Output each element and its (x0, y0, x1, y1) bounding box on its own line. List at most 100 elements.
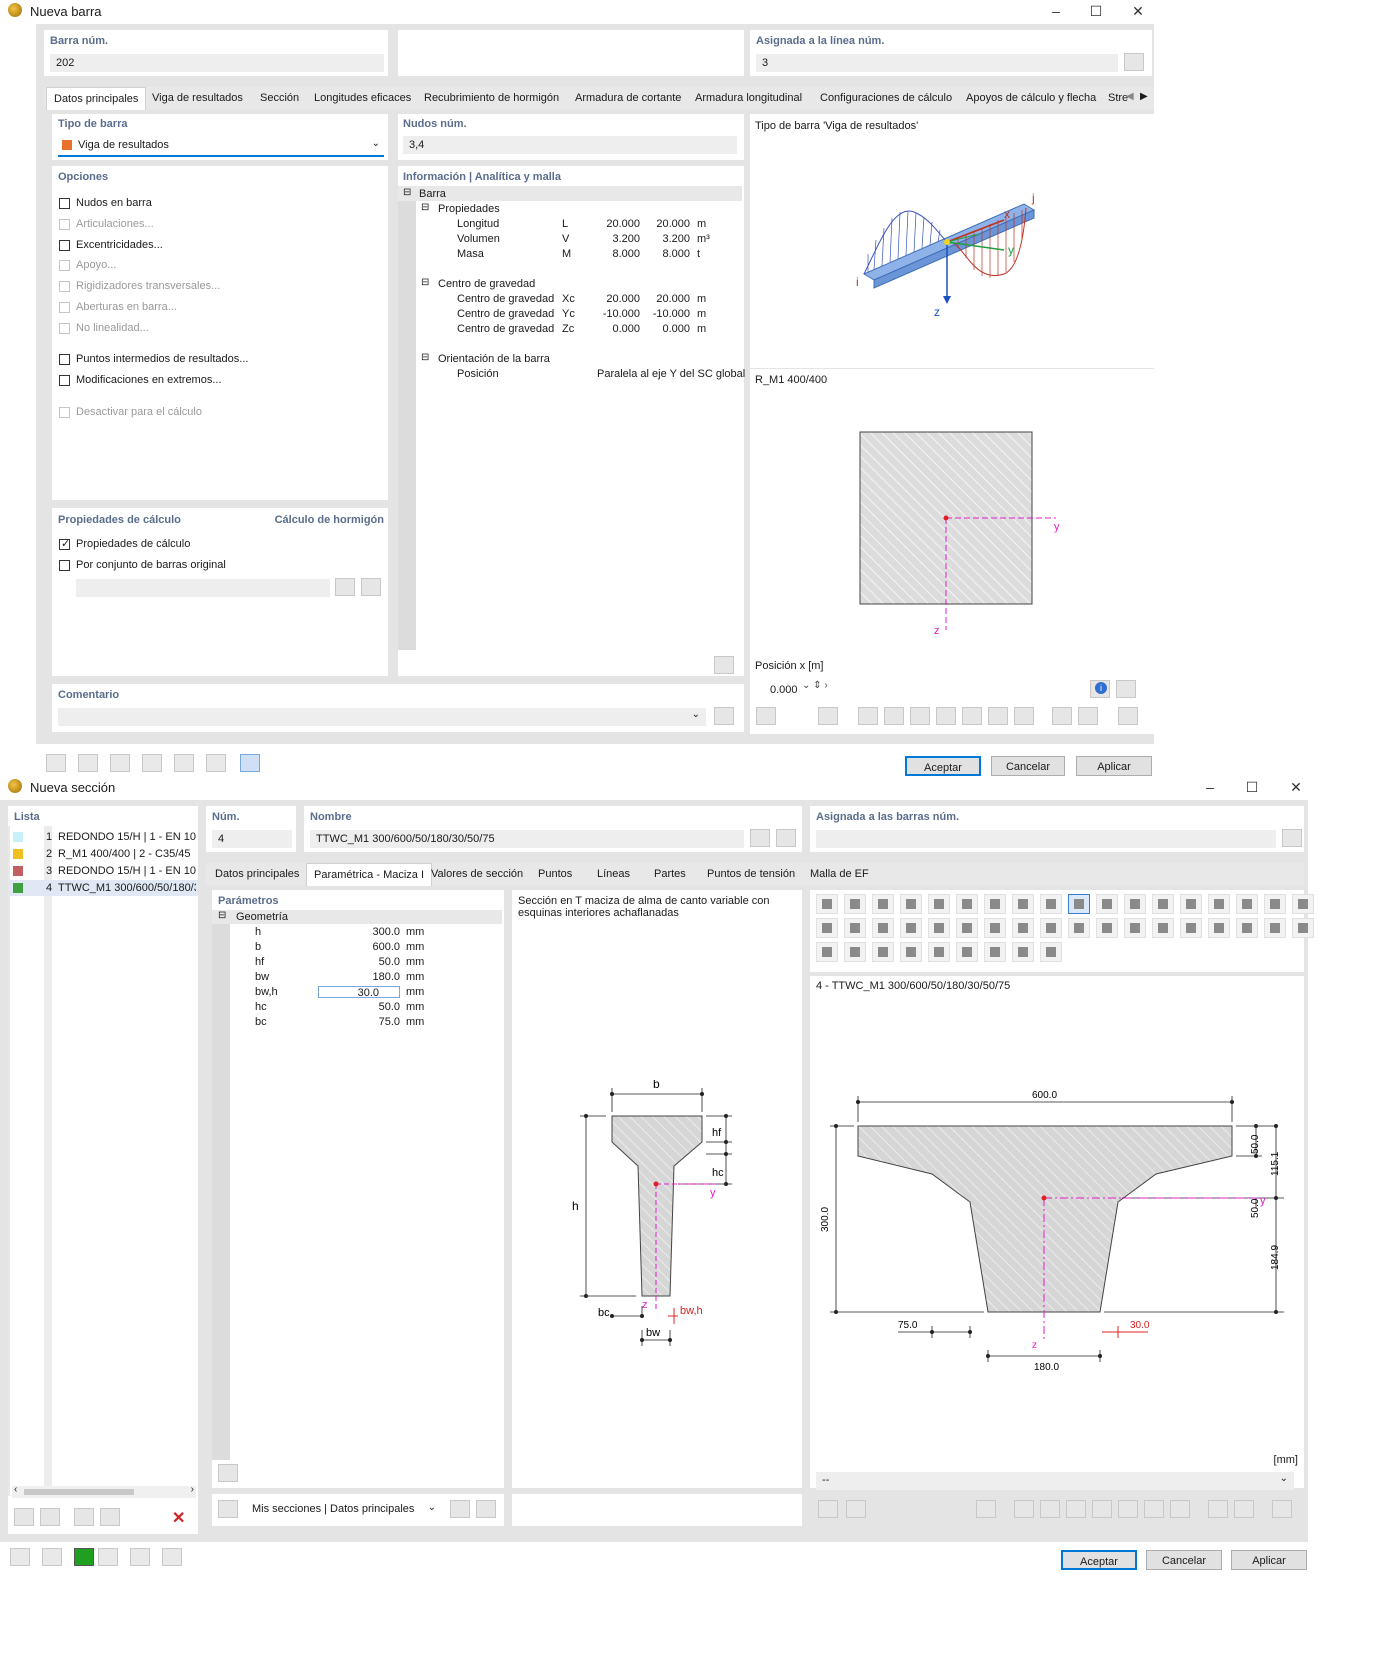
tab-main-data[interactable]: Datos principales (208, 863, 306, 885)
list-hscroll[interactable]: ‹ › (12, 1484, 196, 1498)
tab-result-beam[interactable]: Viga de resultados (145, 87, 250, 109)
tab-design-supports[interactable]: Apoyos de cálculo y flecha (959, 87, 1103, 109)
shape-type-button[interactable] (816, 942, 838, 962)
shape-type-button[interactable] (984, 894, 1006, 914)
pick-bars-icon[interactable] (1282, 829, 1302, 847)
param-value[interactable]: 600.0 (318, 941, 400, 953)
tab-parts[interactable]: Partes (647, 863, 693, 885)
position-value[interactable]: 0.000 (770, 684, 798, 696)
apply-button[interactable]: Aplicar (1076, 756, 1152, 776)
tree-collapse-icon[interactable]: ⊟ (421, 202, 429, 213)
tab-concrete-cover[interactable]: Recubrimiento de hormigón (417, 87, 566, 109)
ok-button[interactable]: Aceptar (905, 756, 981, 776)
shape-type-button[interactable] (1012, 894, 1034, 914)
maximize-icon[interactable]: ☐ (1230, 776, 1274, 798)
section-icon[interactable] (1014, 1500, 1034, 1518)
shape-type-button[interactable] (1264, 894, 1286, 914)
delete-section-icon[interactable]: ✕ (172, 1508, 185, 1528)
tab-parametric-solid[interactable]: Paramétrica - Maciza I (306, 863, 433, 886)
list-item[interactable]: 2 R_M1 400/400 | 2 - C35/45 (10, 846, 198, 862)
cancel-button[interactable]: Cancelar (991, 756, 1065, 776)
pick-position-icon[interactable] (1116, 680, 1136, 698)
list-item[interactable]: 4 TTWC_M1 300/600/50/180/30 (10, 880, 198, 896)
edit-name-icon[interactable] (750, 829, 770, 847)
list-item[interactable]: 3 REDONDO 15/H | 1 - EN 1013 (10, 863, 198, 879)
by-original-set-checkbox[interactable] (59, 560, 70, 571)
tab-main-data[interactable]: Datos principales (46, 87, 147, 110)
shape-type-button[interactable] (1236, 918, 1258, 938)
tab-scroll-left-icon[interactable]: ◀ (1126, 91, 1134, 102)
load-library-icon[interactable] (476, 1500, 496, 1518)
member-set-field[interactable] (76, 579, 330, 597)
new-section-icon[interactable] (14, 1508, 34, 1526)
shape-type-button[interactable] (1292, 894, 1314, 914)
check-all-icon[interactable] (74, 1508, 94, 1526)
tab-stress-points[interactable]: Puntos de tensión (700, 863, 802, 885)
units-icon[interactable] (78, 754, 98, 772)
cancel-button[interactable]: Cancelar (1146, 1550, 1222, 1570)
apply-button[interactable]: Aplicar (1231, 1550, 1307, 1570)
select-icon[interactable] (174, 754, 194, 772)
stress-points-icon[interactable] (962, 707, 982, 725)
close-preview-icon[interactable] (1118, 707, 1138, 725)
shape-type-button[interactable] (872, 942, 894, 962)
minimize-icon[interactable]: – (1188, 776, 1232, 798)
shape-type-button[interactable] (844, 942, 866, 962)
copy-section-icon[interactable] (40, 1508, 60, 1526)
view-dropdown[interactable]: -- ⌄ (816, 1472, 1294, 1490)
formula-icon[interactable] (206, 754, 226, 772)
table-icon[interactable] (1208, 1500, 1228, 1518)
param-value[interactable]: 50.0 (318, 1001, 400, 1013)
shape-type-button[interactable] (1292, 918, 1314, 938)
shape-type-button[interactable] (1096, 894, 1118, 914)
shape-type-button[interactable] (1012, 942, 1034, 962)
grid-icon[interactable] (1014, 707, 1034, 725)
param-value[interactable]: 300.0 (318, 926, 400, 938)
tree-collapse-icon[interactable]: ⊟ (421, 352, 429, 363)
reset-view-icon[interactable] (818, 1500, 838, 1518)
maximize-icon[interactable]: ☐ (1074, 0, 1118, 22)
shape-type-button[interactable] (928, 894, 950, 914)
concrete-design-link[interactable]: Cálculo de hormigón (275, 514, 384, 526)
table-icon[interactable] (1052, 707, 1072, 725)
help-icon[interactable] (10, 1548, 30, 1566)
tab-points[interactable]: Puntos (531, 863, 579, 885)
shape-type-button[interactable] (1040, 942, 1062, 962)
shape-type-button[interactable] (816, 918, 838, 938)
settings-icon[interactable] (240, 754, 260, 772)
shape-type-button[interactable] (1264, 918, 1286, 938)
shape-type-button[interactable] (872, 894, 894, 914)
shape-type-button[interactable] (956, 894, 978, 914)
pick-lines-icon[interactable] (1124, 53, 1144, 71)
shape-type-button[interactable] (816, 894, 838, 914)
units-icon[interactable] (42, 1548, 62, 1566)
view-icon[interactable] (142, 754, 162, 772)
shape-type-button[interactable] (1152, 894, 1174, 914)
shape-type-button[interactable] (928, 918, 950, 938)
comment-copy-icon[interactable] (714, 707, 734, 725)
option-checkbox[interactable] (59, 354, 70, 365)
help-icon[interactable] (46, 754, 66, 772)
print-icon[interactable] (1234, 1500, 1254, 1518)
save-library-icon[interactable] (450, 1500, 470, 1518)
view-icon[interactable] (130, 1548, 150, 1566)
shape-type-button[interactable] (1236, 894, 1258, 914)
tab-section-values[interactable]: Valores de sección (424, 863, 530, 885)
assigned-bars-field[interactable] (816, 830, 1276, 848)
close-preview-icon[interactable] (1272, 1500, 1292, 1518)
centroid-icon[interactable] (1066, 1500, 1086, 1518)
shape-type-button[interactable] (1040, 918, 1062, 938)
shape-type-button[interactable] (1040, 894, 1062, 914)
zoom-icon[interactable] (846, 1500, 866, 1518)
add-to-library-icon[interactable] (218, 1500, 238, 1518)
render-mode-icon[interactable] (818, 707, 838, 725)
tab-scroll-right-icon[interactable]: ▶ (1140, 91, 1148, 102)
shape-type-button[interactable] (1208, 894, 1230, 914)
shape-type-button[interactable] (984, 942, 1006, 962)
shape-type-button[interactable] (1180, 894, 1202, 914)
axes-icon[interactable] (936, 707, 956, 725)
param-value[interactable]: 30.0 (318, 986, 400, 999)
dimension-icon[interactable] (884, 707, 904, 725)
check-selected-icon[interactable] (100, 1508, 120, 1526)
shape-type-button[interactable] (1068, 894, 1090, 914)
